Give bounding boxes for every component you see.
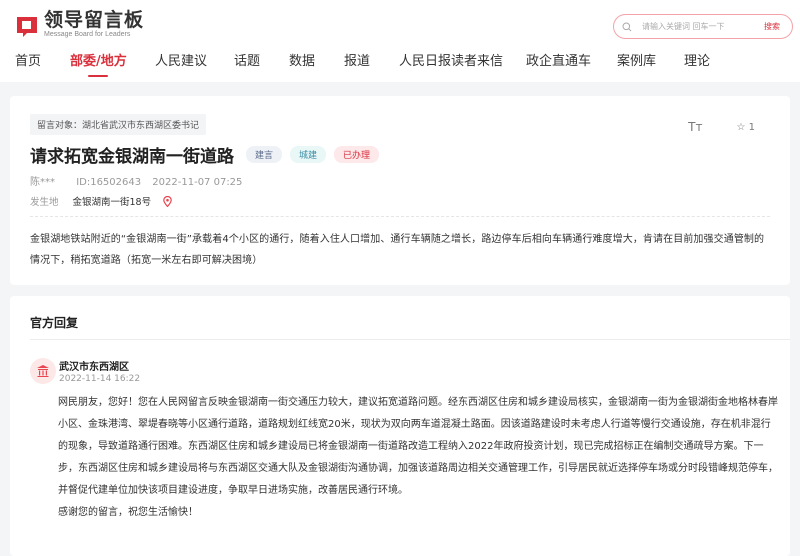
logo-icon	[15, 13, 39, 37]
nav-theory[interactable]: 理论	[684, 50, 710, 69]
reply-heading: 官方回复	[30, 316, 79, 330]
reply-text: 网民朋友，您好！您在人民网留言反映金银湖南一街交通压力较大，建议拓宽道路问题。经…	[58, 397, 778, 496]
tag-suggestion[interactable]: 建言	[246, 146, 283, 163]
message-place: 发生地 金银湖南一街18号	[30, 194, 172, 208]
nav-reports[interactable]: 报道	[344, 50, 370, 69]
place-value: 金银湖南一街18号	[72, 197, 152, 208]
divider	[30, 339, 790, 340]
favorite-button[interactable]: ☆ 1	[736, 122, 755, 133]
author: 陈***	[30, 177, 55, 188]
place-label: 发生地	[30, 197, 59, 208]
status-badge: 已办理	[334, 146, 380, 163]
nav-enterprise[interactable]: 政企直通车	[526, 50, 591, 69]
logo[interactable]: 领导留言板 Message Board for Leaders	[15, 10, 144, 39]
nav-suggestions[interactable]: 人民建议	[155, 50, 207, 69]
star-icon: ☆	[736, 121, 746, 133]
search-button[interactable]: 搜索	[764, 21, 780, 32]
search-input[interactable]: 请输入关键词 回车一下	[642, 21, 764, 32]
reply-time: 2022-11-14 16:22	[59, 374, 141, 384]
nav-cases[interactable]: 案例库	[617, 50, 656, 69]
tag-urban[interactable]: 城建	[290, 146, 327, 163]
header: 领导留言板 Message Board for Leaders 请输入关键词 回…	[0, 0, 800, 82]
message-tools: Tт ☆ 1	[688, 120, 755, 134]
nav-departments[interactable]: 部委/地方	[70, 50, 127, 77]
reply-thanks: 感谢您的留言，祝您生活愉快！	[58, 507, 198, 518]
message-id: ID:16502643	[76, 177, 142, 188]
message-meta: 陈*** ID:16502643 2022-11-07 07:25	[30, 173, 242, 188]
nav-letters[interactable]: 人民日报读者来信	[399, 50, 503, 69]
logo-name: 领导留言板	[44, 9, 145, 31]
nav-data[interactable]: 数据	[289, 50, 315, 69]
message-target: 留言对象：湖北省武汉市东西湖区委书记	[30, 114, 207, 135]
message-card: 留言对象：湖北省武汉市东西湖区委书记 Tт ☆ 1 请求拓宽金银湖南一街道路 建…	[10, 96, 790, 285]
favorite-count: 1	[748, 121, 755, 133]
search-icon	[622, 22, 632, 31]
nav-topics[interactable]: 话题	[234, 50, 260, 69]
divider	[30, 216, 770, 217]
nav-home[interactable]: 首页	[15, 50, 41, 69]
search-box[interactable]: 请输入关键词 回车一下 搜索	[613, 14, 793, 39]
title-text: 请求拓宽金银湖南一街道路	[30, 147, 234, 167]
reply-body: 网民朋友，您好！您在人民网留言反映金银湖南一街交通压力较大，建议拓宽道路问题。经…	[58, 392, 780, 524]
location-pin-icon[interactable]	[163, 195, 172, 207]
logo-subtitle: Message Board for Leaders	[44, 31, 131, 38]
font-size-icon[interactable]: Tт	[688, 120, 702, 134]
message-time: 2022-11-07 07:25	[152, 177, 243, 188]
message-title: 请求拓宽金银湖南一街道路 建言 城建 已办理	[30, 142, 380, 167]
government-building-icon	[30, 358, 56, 384]
reply-card: 官方回复 武汉市东西湖区 2022-11-14 16:22 网民朋友，您好！您在…	[10, 296, 790, 556]
reply-org: 武汉市东西湖区	[59, 362, 129, 373]
message-body: 金银湖地铁站附近的“金银湖南一街”承载着4个小区的通行，随着入住人口增加、通行车…	[30, 234, 765, 266]
